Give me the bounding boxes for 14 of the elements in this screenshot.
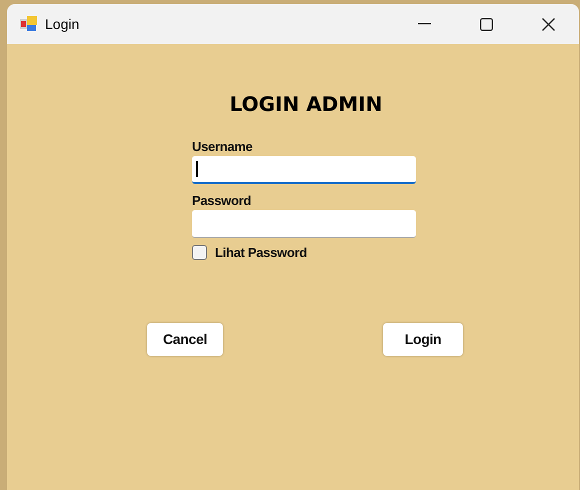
input-field[interactable]: [192, 210, 416, 238]
app-icon: [20, 16, 38, 32]
checkbox-label: Lihat Password: [215, 244, 307, 262]
checkbox[interactable]: [192, 245, 207, 260]
cancel-button[interactable]: Cancel: [147, 322, 223, 356]
field-label: Password: [192, 193, 252, 209]
minimize-icon: [418, 23, 430, 25]
login-button[interactable]: Login: [383, 322, 463, 356]
window-title: Login: [45, 14, 80, 34]
maximize-icon: [480, 18, 492, 30]
heading: LOGIN ADMIN: [230, 91, 382, 117]
input-field[interactable]: [192, 156, 416, 184]
close-icon: [542, 18, 554, 30]
field-label: Username: [192, 139, 254, 155]
